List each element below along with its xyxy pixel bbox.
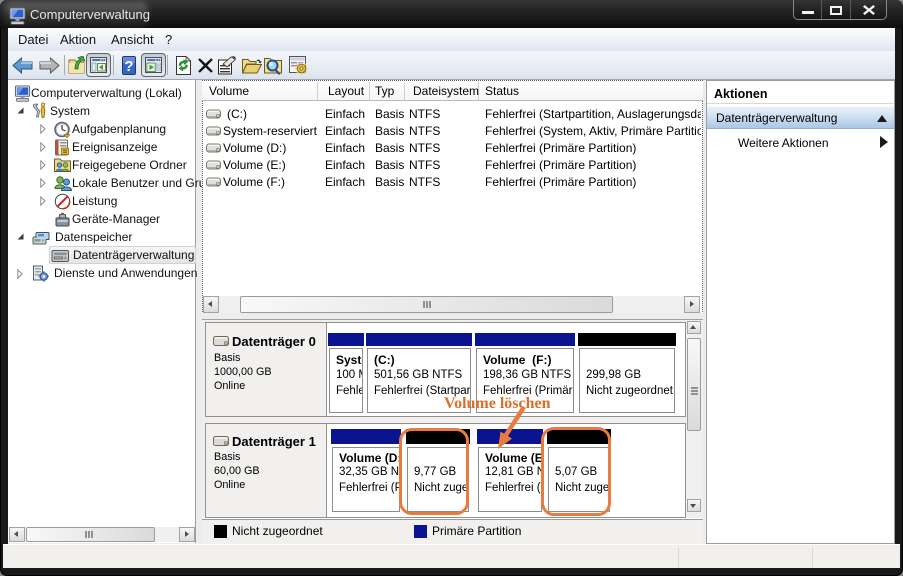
svg-text:?: ? — [124, 58, 133, 75]
